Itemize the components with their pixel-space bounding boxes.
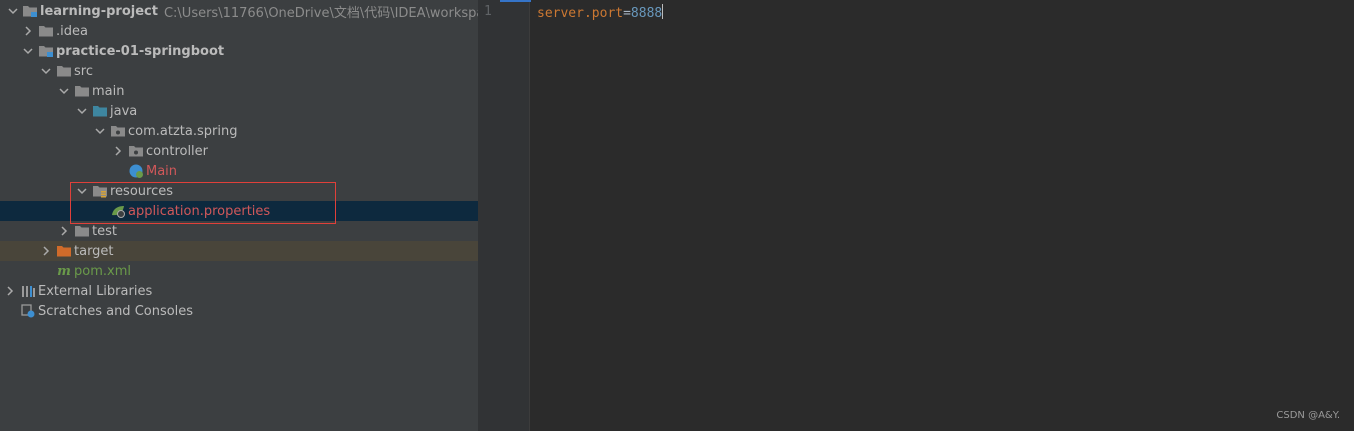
- tree-row-test[interactable]: test: [0, 221, 478, 241]
- excluded-folder-icon: [56, 243, 72, 259]
- tree-row-scratches[interactable]: Scratches and Consoles: [0, 301, 478, 321]
- property-separator: =: [623, 6, 631, 21]
- folder-icon: [56, 63, 72, 79]
- folder-icon: [74, 223, 90, 239]
- test-label: test: [92, 223, 117, 239]
- tree-row-idea[interactable]: .idea: [0, 21, 478, 41]
- external-libraries-label: External Libraries: [38, 283, 153, 299]
- resources-folder-icon: [92, 183, 108, 199]
- scratches-icon: [20, 303, 36, 319]
- folder-icon: [74, 83, 90, 99]
- project-tool-window: learning-project C:\Users\11766\OneDrive…: [0, 0, 478, 431]
- resources-label: resources: [110, 183, 174, 199]
- chevron-down-icon[interactable]: [76, 181, 88, 201]
- code-line-1[interactable]: server.port=8888: [537, 4, 664, 21]
- watermark-text: CSDN @A&Y.: [1276, 410, 1340, 421]
- chevron-right-icon[interactable]: [112, 141, 124, 161]
- chevron-down-icon[interactable]: [76, 101, 88, 121]
- tree-row-package[interactable]: com.atzta.spring: [0, 121, 478, 141]
- tree-row-main-class[interactable]: Main: [0, 161, 478, 181]
- main-label: main: [92, 83, 125, 99]
- chevron-down-icon[interactable]: [40, 61, 52, 81]
- chevron-right-icon[interactable]: [22, 21, 34, 41]
- library-icon: [20, 283, 36, 299]
- controller-label: controller: [146, 143, 209, 159]
- idea-folder-label: .idea: [56, 23, 88, 39]
- tree-row-controller[interactable]: controller: [0, 141, 478, 161]
- tree-row-java[interactable]: java: [0, 101, 478, 121]
- text-caret: [662, 4, 664, 19]
- target-label: target: [74, 243, 114, 259]
- line-number: 1: [484, 4, 492, 19]
- chevron-right-icon[interactable]: [40, 241, 52, 261]
- project-path: C:\Users\11766\OneDrive\文档\代码\IDEA\works…: [163, 5, 478, 21]
- package-icon: [128, 143, 144, 159]
- tree-row-learning-project[interactable]: learning-project C:\Users\11766\OneDrive…: [0, 1, 478, 21]
- source-folder-icon: [92, 103, 108, 119]
- chevron-right-icon[interactable]: [4, 281, 16, 301]
- module-folder-icon: [38, 43, 54, 59]
- properties-file-icon: [110, 203, 126, 219]
- src-label: src: [74, 63, 93, 79]
- application-properties-label: application.properties: [128, 203, 271, 219]
- code-editor[interactable]: server.port=8888: [531, 0, 1354, 431]
- chevron-down-icon[interactable]: [8, 1, 18, 21]
- property-key: server.port: [537, 6, 624, 21]
- module-folder-icon: [22, 3, 38, 19]
- chevron-right-icon[interactable]: [58, 221, 70, 241]
- package-icon: [110, 123, 126, 139]
- tree-row-main[interactable]: main: [0, 81, 478, 101]
- java-label: java: [110, 103, 138, 119]
- tree-row-src[interactable]: src: [0, 61, 478, 81]
- pom-label: pom.xml: [74, 263, 131, 279]
- scratches-label: Scratches and Consoles: [38, 303, 194, 319]
- package-label: com.atzta.spring: [128, 123, 238, 139]
- maven-icon: m: [57, 263, 71, 279]
- tree-row-external-libraries[interactable]: External Libraries: [0, 281, 478, 301]
- module-label: practice-01-springboot: [56, 43, 225, 59]
- tree-row-application-properties[interactable]: application.properties: [0, 201, 478, 221]
- property-value: 8888: [630, 6, 663, 21]
- chevron-down-icon[interactable]: [22, 41, 34, 61]
- chevron-down-icon[interactable]: [58, 81, 70, 101]
- project-name: learning-project: [40, 3, 158, 19]
- tree-row-pom[interactable]: m pom.xml: [0, 261, 478, 281]
- line-number-gutter: 1: [478, 0, 530, 431]
- chevron-down-icon[interactable]: [94, 121, 106, 141]
- main-class-label: Main: [146, 163, 178, 179]
- tree-row-module[interactable]: practice-01-springboot: [0, 41, 478, 61]
- spring-class-icon: [128, 163, 144, 179]
- folder-icon: [38, 23, 54, 39]
- tree-row-target[interactable]: target: [0, 241, 478, 261]
- tree-row-resources[interactable]: resources: [0, 181, 478, 201]
